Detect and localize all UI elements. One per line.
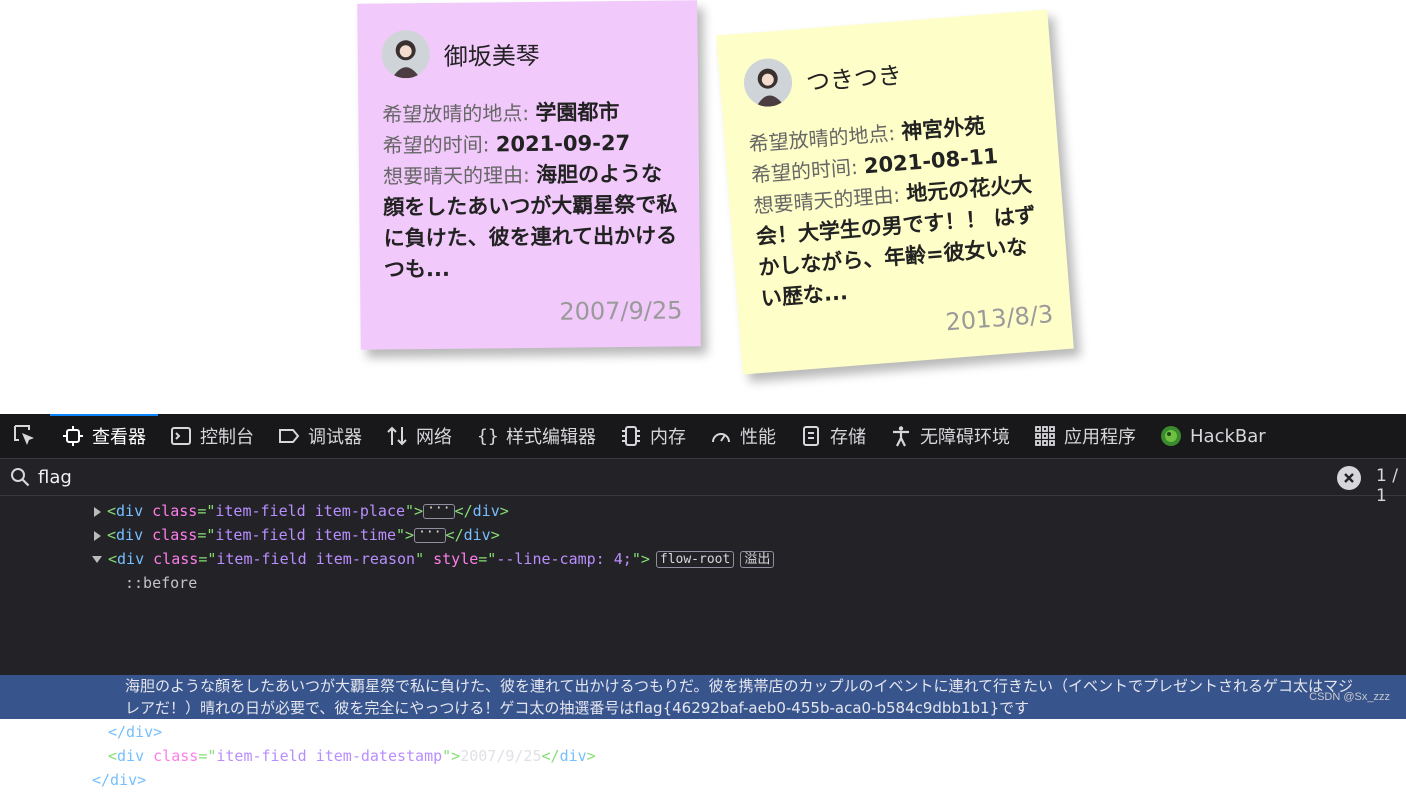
time-value: 2021-09-27 (495, 130, 631, 157)
tab-console[interactable]: 控制台 (158, 414, 266, 458)
avatar (381, 30, 430, 79)
search-icon (10, 467, 32, 487)
tree-row-pseudo-before[interactable]: ::before (125, 572, 197, 595)
tab-label: 控制台 (200, 427, 254, 448)
console-icon (170, 425, 192, 447)
devtools-panel: 查看器 控制台 调试器 网络 {} 样式编辑器 内存 性能 存储 无障碍环境 应… (0, 414, 1406, 789)
avatar-image (742, 56, 794, 109)
note-header: 御坂美琴 (381, 24, 676, 81)
collapse-arrow-icon[interactable] (92, 556, 102, 563)
tab-style-editor[interactable]: {} 样式编辑器 (464, 414, 608, 458)
reason-label: 想要晴天的理由: (382, 162, 530, 189)
storage-icon (800, 425, 822, 447)
close-icon (1344, 473, 1354, 483)
note-header: つきつき (742, 35, 1031, 111)
element-picker-button[interactable] (0, 414, 50, 458)
note-body: 希望放晴的地点: 学園都市 希望的时间: 2021-09-27 想要晴天的理由:… (382, 96, 678, 285)
search-result-count: 1 / 1 (1376, 466, 1398, 506)
tab-label: HackBar (1190, 425, 1266, 447)
tab-accessibility[interactable]: 无障碍环境 (878, 414, 1022, 458)
tree-row-selected-text[interactable]: 海胆のような顔をしたあいつが大覇星祭で私に負けた、彼を連れて出かけるつもりだ。彼… (125, 675, 1406, 719)
devtools-tabbar: 查看器 控制台 调试器 网络 {} 样式编辑器 内存 性能 存储 无障碍环境 应… (0, 414, 1406, 459)
svg-text:{}: {} (477, 426, 498, 447)
tab-storage[interactable]: 存储 (788, 414, 878, 458)
note-card-tsukitsuki[interactable]: つきつき 希望放晴的地点: 神宮外苑 希望的时间: 2021-08-11 想要晴… (716, 9, 1074, 375)
tree-row-item-place[interactable]: <div class="item-field item-place"> ··· </… (94, 500, 509, 523)
item-reason: 想要晴天的理由: 地元の花火大会！大学生の男です！！ はずかしながら、年齢=彼女… (752, 169, 1047, 315)
item-time: 希望的时间: 2021-09-27 (383, 127, 677, 161)
tab-label: 样式编辑器 (506, 427, 596, 448)
tab-label: 无障碍环境 (920, 427, 1010, 448)
tree-row-item-datestamp[interactable]: <div class="item-field item-datestamp">2… (108, 745, 596, 768)
tab-label: 调试器 (308, 427, 362, 448)
note-author-name: つきつき (805, 60, 903, 97)
tree-row-item-reason[interactable]: <div class="item-field item-reason" styl… (92, 548, 775, 571)
place-label: 希望放晴的地点: (382, 100, 530, 127)
tab-application[interactable]: 应用程序 (1022, 414, 1148, 458)
note-card-misaka[interactable]: 御坂美琴 希望放晴的地点: 学園都市 希望的时间: 2021-09-27 想要晴… (357, 0, 701, 350)
tab-performance[interactable]: 性能 (698, 414, 788, 458)
hackbar-icon (1160, 425, 1182, 447)
element-picker-icon (14, 425, 34, 445)
expand-arrow-icon[interactable] (94, 530, 101, 541)
selected-text-line-2: レアだ！）晴れの日が必要で、彼を完全にやっつける！ゲコ太の抽選番号はflag{4… (125, 699, 1030, 717)
flow-root-badge[interactable]: flow-root (655, 551, 735, 568)
avatar (742, 56, 794, 109)
tab-network[interactable]: 网络 (374, 414, 464, 458)
item-place: 希望放晴的地点: 学園都市 (382, 96, 676, 130)
collapsed-ellipsis[interactable]: ··· (423, 502, 455, 519)
tab-inspector[interactable]: 查看器 (50, 414, 158, 458)
expand-arrow-icon[interactable] (94, 506, 101, 517)
clear-search-button[interactable] (1337, 466, 1361, 490)
time-label: 希望的时间: (750, 154, 859, 188)
tab-label: 网络 (416, 427, 452, 448)
tab-memory[interactable]: 内存 (608, 414, 698, 458)
tab-hackbar[interactable]: HackBar (1148, 414, 1278, 458)
performance-icon (710, 425, 732, 447)
debugger-icon (278, 425, 300, 447)
note-author-name: 御坂美琴 (443, 41, 540, 71)
tab-label: 查看器 (92, 427, 146, 448)
tab-label: 内存 (650, 427, 686, 448)
overflow-badge[interactable]: 溢出 (740, 551, 775, 568)
place-value: 学園都市 (535, 100, 620, 125)
search-input[interactable] (36, 465, 1300, 489)
avatar-image (381, 30, 430, 79)
tree-row-close-outer-div[interactable]: </div> (92, 769, 146, 792)
inspector-icon (62, 425, 84, 447)
tab-label: 存储 (830, 427, 866, 448)
tab-label: 性能 (740, 427, 776, 448)
tree-row-item-time[interactable]: <div class="item-field item-time"> ··· </d… (94, 524, 500, 547)
note-body: 希望放晴的地点: 神宮外苑 希望的时间: 2021-08-11 想要晴天的理由:… (748, 107, 1048, 315)
network-icon (386, 425, 408, 447)
tab-label: 应用程序 (1064, 427, 1136, 448)
tree-row-close-div[interactable]: </div> (108, 721, 162, 744)
collapsed-ellipsis[interactable]: ··· (414, 526, 446, 543)
item-datestamp: 2013/8/3 (944, 300, 1055, 337)
place-value: 神宮外苑 (900, 113, 987, 145)
application-icon (1034, 425, 1056, 447)
markup-search-bar: 1 / 1 (0, 459, 1406, 506)
watermark: CSDN @Sx_zzz (1309, 691, 1390, 703)
tab-debugger[interactable]: 调试器 (266, 414, 374, 458)
item-reason: 想要晴天的理由: 海胆のような顔をしたあいつが大覇星祭で私に負けた、彼を連れて出… (383, 158, 678, 285)
item-datestamp: 2007/9/25 (559, 296, 683, 326)
accessibility-icon (890, 425, 912, 447)
memory-icon (620, 425, 642, 447)
time-label: 希望的时间: (382, 132, 490, 158)
style-editor-icon: {} (476, 425, 498, 447)
selected-text-line-1: 海胆のような顔をしたあいつが大覇星祭で私に負けた、彼を連れて出かけるつもりだ。彼… (125, 677, 1354, 695)
